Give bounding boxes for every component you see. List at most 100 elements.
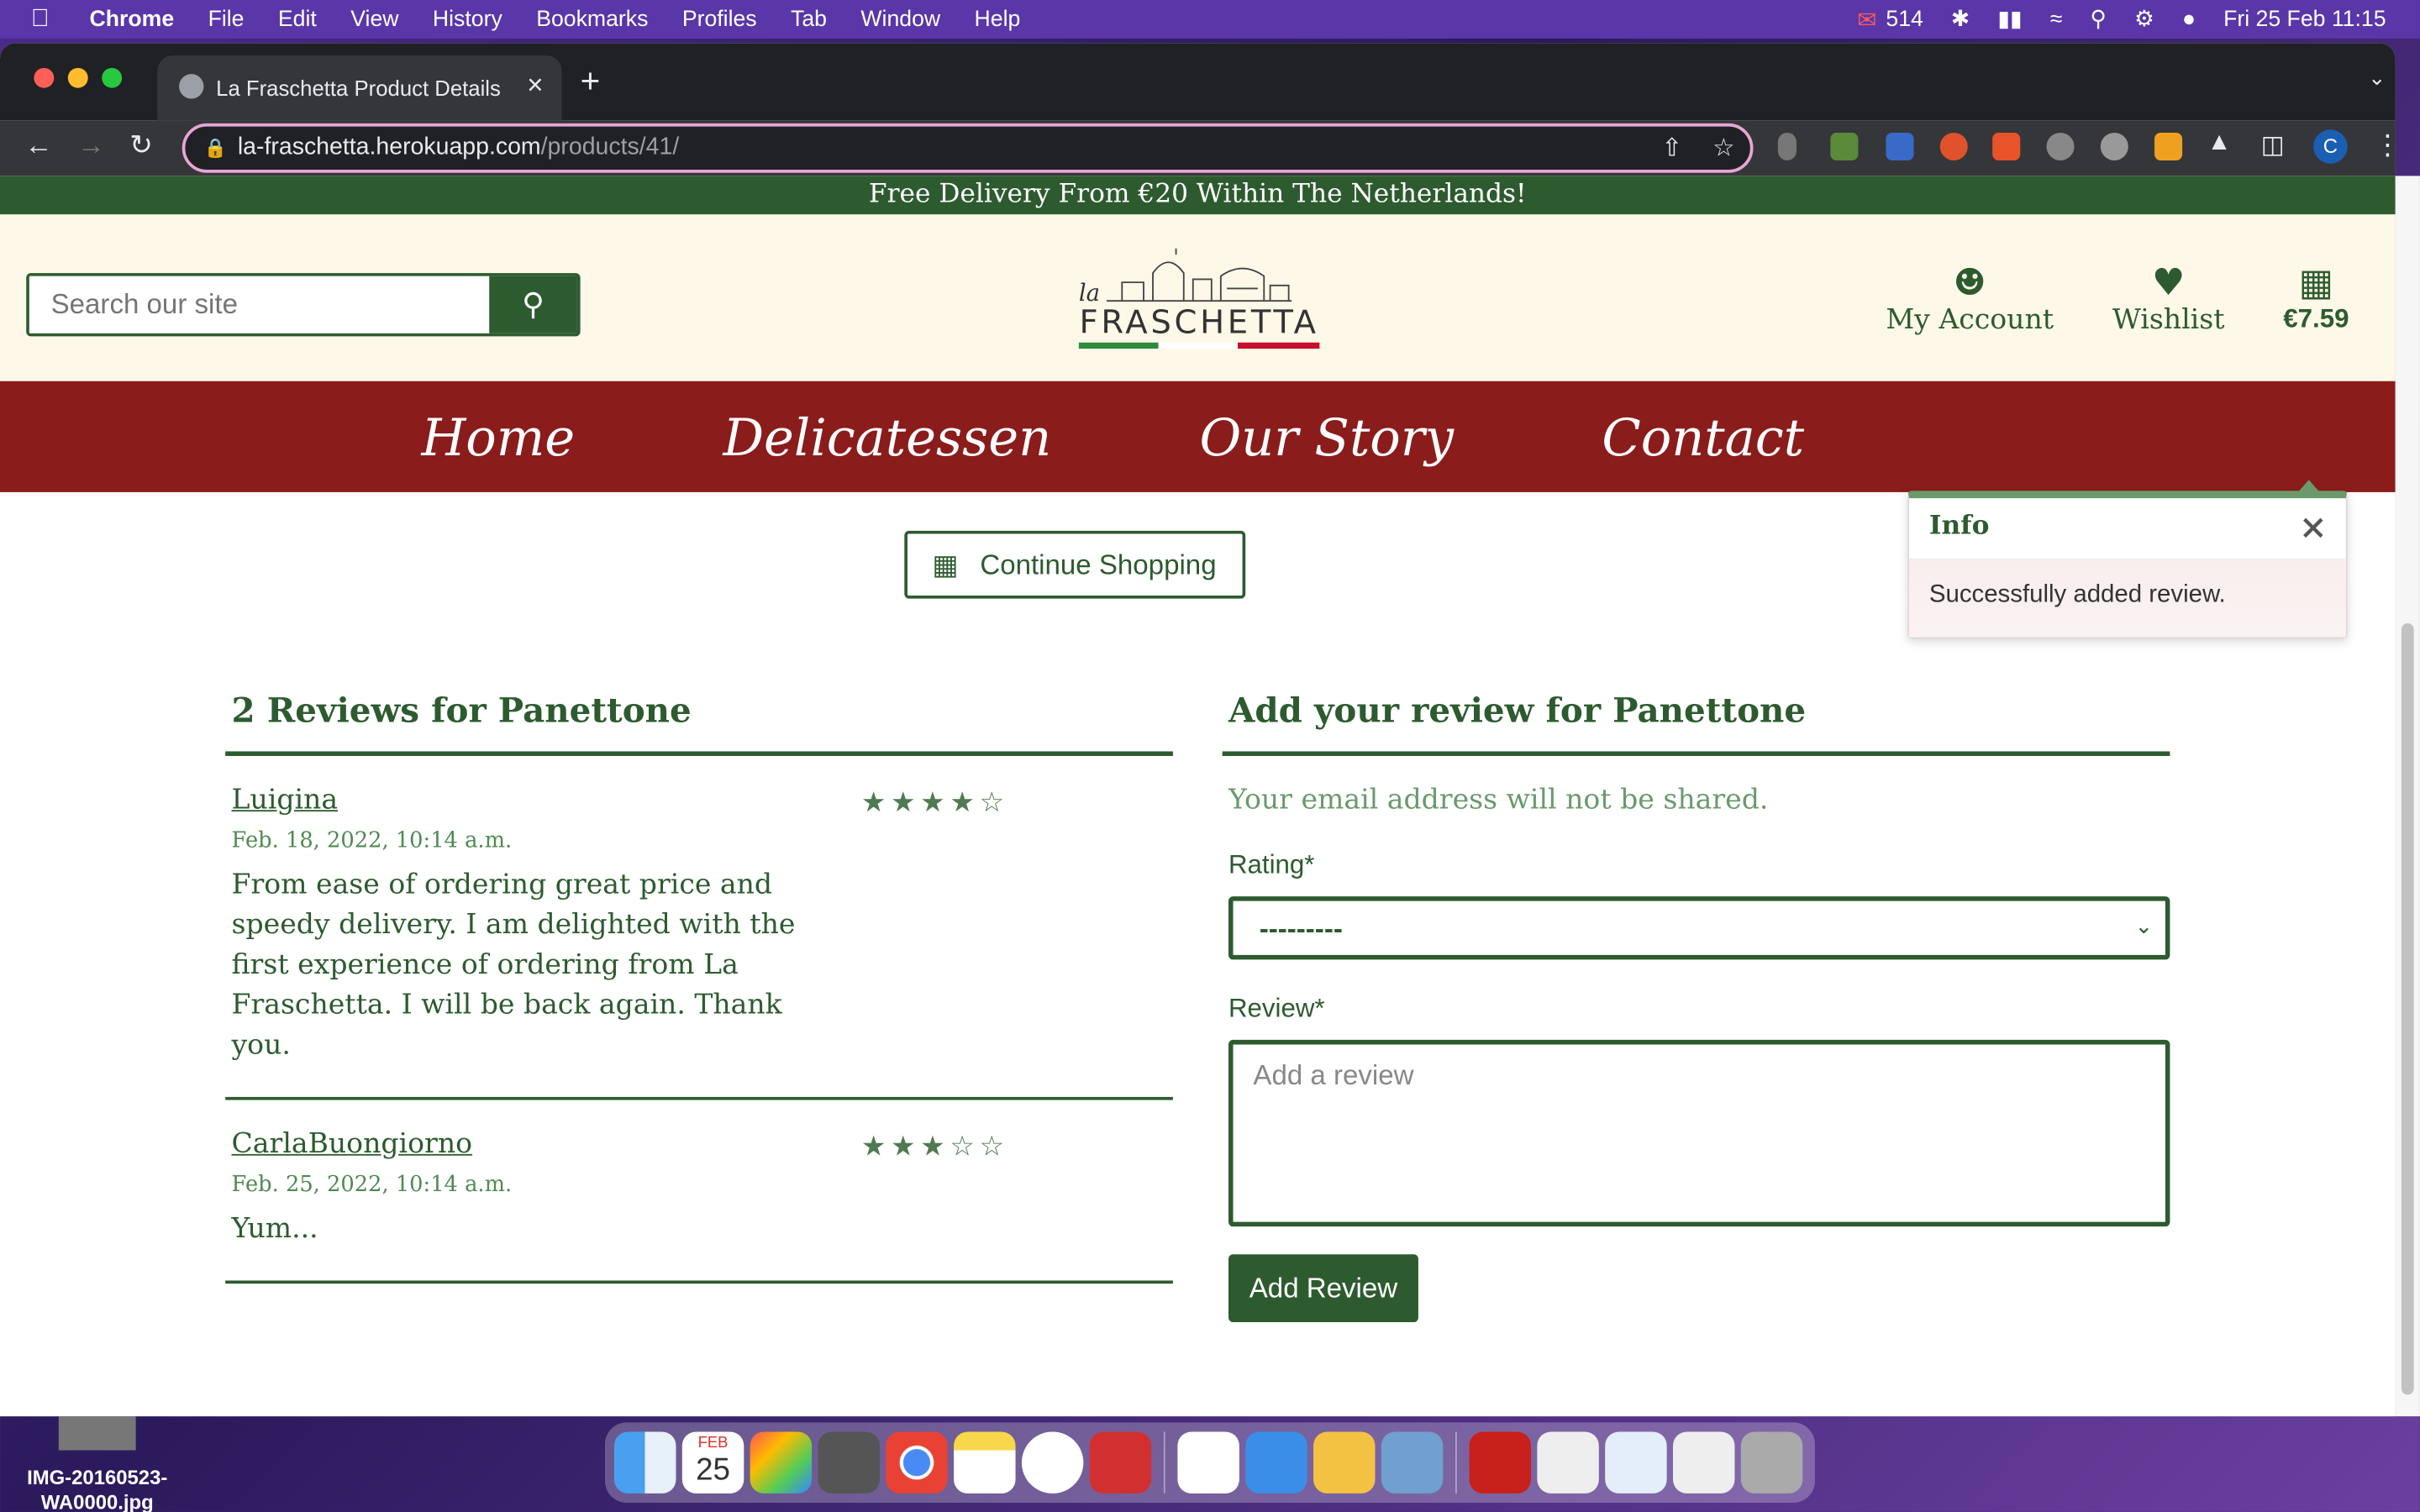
battery-icon[interactable]: ▮▮: [1997, 7, 2022, 31]
apple-icon[interactable]: : [31, 5, 62, 33]
mail-status[interactable]: ✉ 514: [1857, 5, 1923, 33]
wishlist-link[interactable]: ♥ Wishlist: [2112, 260, 2225, 336]
star-rating: ★★★☆☆: [860, 1131, 1009, 1163]
rating-select[interactable]: --------- ⌄: [1228, 896, 2170, 960]
slack-icon[interactable]: [1177, 1431, 1239, 1494]
minimize-window-button[interactable]: [67, 67, 88, 88]
browser-tab[interactable]: La Fraschetta Product Details ×: [157, 55, 562, 121]
menu-edit[interactable]: Edit: [278, 7, 317, 31]
window-thumbnail-1[interactable]: [1537, 1431, 1599, 1494]
search-input[interactable]: [29, 276, 490, 333]
siri-icon[interactable]: ●: [2182, 7, 2196, 31]
nav-our-story[interactable]: Our Story: [1199, 407, 1454, 467]
delivery-banner: Free Delivery From €20 Within The Nether…: [0, 176, 2396, 215]
reviewer-name[interactable]: CarlaBuongiorno: [232, 1128, 1167, 1161]
reviewer-name[interactable]: Luigina: [232, 784, 1167, 816]
continue-shopping-button[interactable]: ▦ Continue Shopping: [904, 530, 1246, 599]
close-tab-icon[interactable]: ×: [527, 70, 543, 102]
menubar-clock[interactable]: Fri 25 Feb 11:15: [2223, 7, 2386, 31]
pages-icon[interactable]: [1313, 1431, 1376, 1494]
reviews-section: 2 Reviews for Panettone Luigina Feb. 18,…: [225, 666, 1173, 1284]
launchpad-icon[interactable]: [750, 1431, 813, 1494]
menu-tab[interactable]: Tab: [791, 7, 827, 31]
bluetooth-icon[interactable]: ✱: [1951, 7, 1970, 31]
my-account-link[interactable]: ☻ My Account: [1886, 260, 2054, 336]
menu-profiles[interactable]: Profiles: [682, 7, 757, 31]
scrollbar-thumb[interactable]: [2401, 623, 2414, 1395]
review-label: Review*: [1228, 993, 1325, 1023]
window-controls: [34, 67, 123, 88]
zoom-window-button[interactable]: [102, 67, 123, 88]
review-text: From ease of ordering great price and sp…: [231, 869, 796, 1062]
browser-window: La Fraschetta Product Details × + ⌄ ← → …: [0, 43, 2396, 1417]
new-tab-button[interactable]: +: [581, 61, 601, 102]
main-nav: Home Delicatessen Our Story Contact: [0, 381, 2396, 492]
url-host: la-fraschetta.herokuapp.com: [237, 134, 541, 161]
nav-delicatessen[interactable]: Delicatessen: [723, 407, 1051, 467]
menu-view[interactable]: View: [350, 7, 398, 31]
reload-icon[interactable]: ↻: [129, 129, 153, 162]
dock-separator: [1455, 1431, 1457, 1494]
back-icon[interactable]: ←: [24, 129, 52, 162]
extension-icon-7[interactable]: [2100, 132, 2128, 161]
preview-icon[interactable]: [1381, 1431, 1444, 1494]
side-panel-icon[interactable]: ◫: [2261, 129, 2285, 160]
chevron-down-icon: ⌄: [2134, 913, 2154, 938]
reviews-title: 2 Reviews for Panettone: [225, 666, 1173, 756]
menu-history[interactable]: History: [433, 7, 502, 31]
window-thumbnail-3[interactable]: [1672, 1431, 1735, 1494]
acrobat-icon[interactable]: [1469, 1431, 1532, 1494]
mail-app-icon[interactable]: [1089, 1431, 1152, 1494]
desktop-file[interactable]: IMG-20160523-WA0000.jpg: [13, 1416, 182, 1512]
browser-menu-icon[interactable]: ⋮: [2374, 129, 2396, 162]
control-center-icon[interactable]: ⚙: [2134, 7, 2154, 31]
trash-icon[interactable]: [1740, 1431, 1803, 1494]
review-item: Luigina Feb. 18, 2022, 10:14 a.m. From e…: [225, 756, 1173, 1100]
nav-home[interactable]: Home: [421, 407, 575, 467]
extension-icon-3[interactable]: [1886, 132, 1914, 161]
bookmark-star-icon[interactable]: ☆: [1712, 133, 1734, 164]
continue-shopping-label: Continue Shopping: [980, 548, 1217, 580]
menu-help[interactable]: Help: [975, 7, 1021, 31]
menu-window[interactable]: Window: [860, 7, 940, 31]
add-review-button[interactable]: Add Review: [1228, 1254, 1418, 1323]
review-item: CarlaBuongiorno Feb. 25, 2022, 10:14 a.m…: [225, 1100, 1173, 1284]
extension-icon-2[interactable]: [1830, 132, 1859, 161]
page-scrollbar[interactable]: [2395, 176, 2420, 1417]
close-icon[interactable]: ×: [2299, 507, 2328, 548]
extensions-puzzle-icon[interactable]: ▲: [2207, 129, 2231, 157]
search-button[interactable]: ⚲: [489, 276, 577, 333]
photos-icon[interactable]: [1021, 1431, 1084, 1494]
app-8-icon[interactable]: [1245, 1431, 1307, 1494]
profile-avatar[interactable]: C: [2313, 129, 2348, 164]
review-textarea[interactable]: Add a review: [1228, 1039, 2170, 1227]
cart-link[interactable]: ▦ €7.59: [2283, 260, 2349, 336]
chrome-icon[interactable]: [886, 1431, 948, 1494]
tab-title: La Fraschetta Product Details: [216, 75, 501, 101]
close-window-button[interactable]: [34, 67, 55, 88]
finder-icon[interactable]: [614, 1431, 676, 1494]
tab-search-icon[interactable]: ⌄: [2368, 65, 2386, 91]
menu-app-name[interactable]: Chrome: [90, 7, 175, 31]
calculator-icon[interactable]: [818, 1431, 880, 1494]
menu-bookmarks[interactable]: Bookmarks: [536, 7, 648, 31]
review-text: Yum...: [231, 1212, 318, 1246]
extension-icon-5[interactable]: [1992, 132, 2021, 161]
wifi-icon[interactable]: ≈: [2050, 7, 2063, 31]
menu-file[interactable]: File: [208, 7, 245, 31]
extension-icon-8[interactable]: [2154, 132, 2183, 161]
calendar-icon[interactable]: FEB 25: [681, 1431, 744, 1494]
globe-icon: [179, 74, 204, 99]
spotlight-icon[interactable]: ⚲: [2090, 7, 2107, 31]
window-thumbnail-2[interactable]: [1605, 1431, 1667, 1494]
extension-icon-4[interactable]: [1939, 132, 1968, 161]
nav-contact[interactable]: Contact: [1602, 407, 1804, 467]
lock-icon[interactable]: 🔒: [203, 137, 226, 159]
extension-icon-6[interactable]: [2046, 132, 2075, 161]
forward-icon[interactable]: →: [77, 129, 105, 162]
share-icon[interactable]: ⇧: [1661, 133, 1682, 164]
site-logo[interactable]: la FRASCHETTA: [1076, 245, 1323, 350]
address-bar[interactable]: 🔒 la-fraschetta.herokuapp.com/products/4…: [182, 123, 1754, 173]
notes-icon[interactable]: [954, 1431, 1016, 1494]
extension-icon-1[interactable]: [1777, 132, 1797, 161]
